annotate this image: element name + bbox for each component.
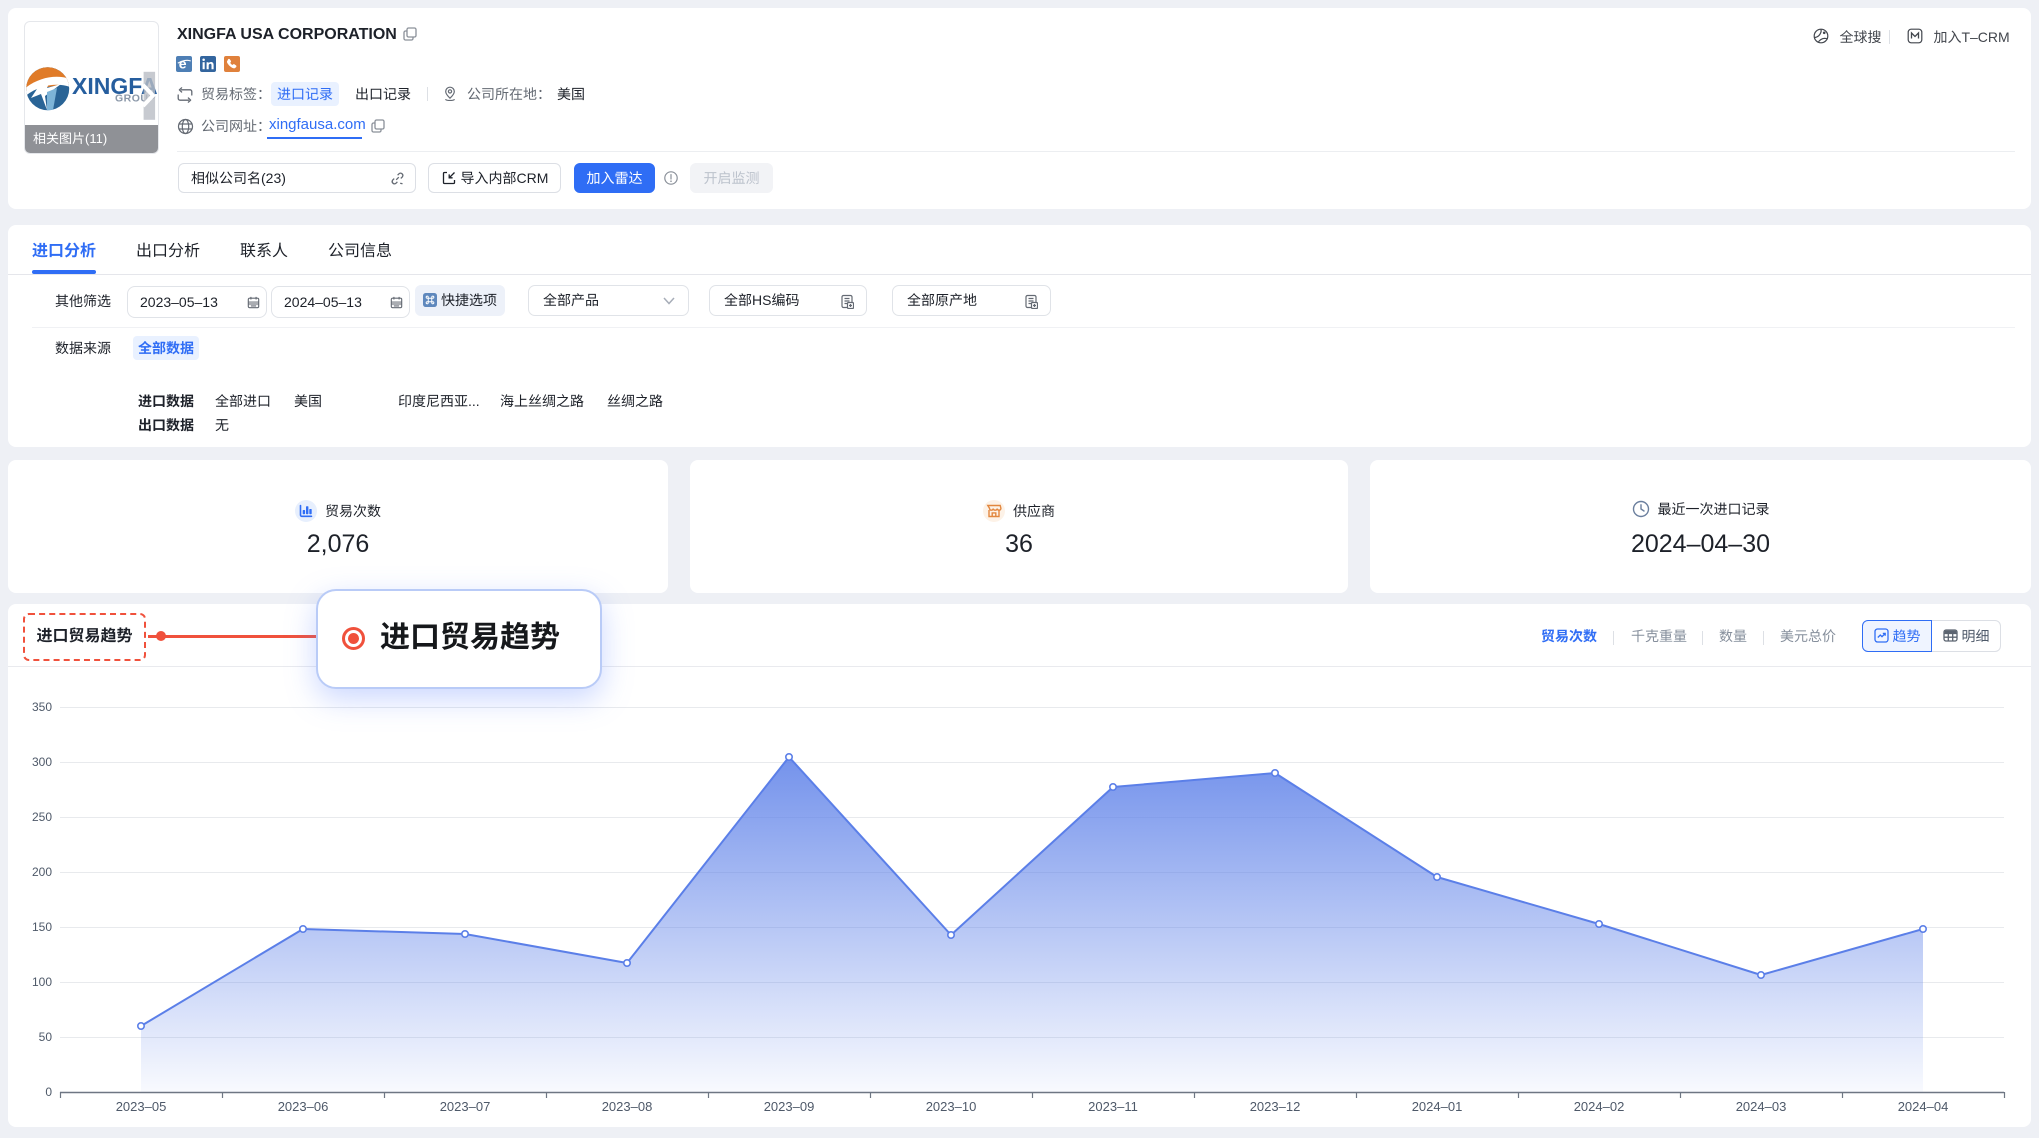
svg-text:250: 250 <box>32 810 52 824</box>
svg-text:2023–10: 2023–10 <box>926 1099 977 1114</box>
svg-text:2023–12: 2023–12 <box>1250 1099 1301 1114</box>
svg-text:2023–06: 2023–06 <box>278 1099 329 1114</box>
svg-text:2023–11: 2023–11 <box>1088 1099 1138 1114</box>
svg-text:50: 50 <box>39 1030 53 1044</box>
svg-text:100: 100 <box>32 975 52 989</box>
svg-text:e: e <box>179 56 187 72</box>
svg-text:2023–09: 2023–09 <box>764 1099 815 1114</box>
svg-text:2024–01: 2024–01 <box>1412 1099 1463 1114</box>
svg-text:350: 350 <box>32 700 52 714</box>
svg-text:2024–02: 2024–02 <box>1574 1099 1625 1114</box>
svg-text:300: 300 <box>32 755 52 769</box>
svg-text:150: 150 <box>32 920 52 934</box>
svg-text:2024–03: 2024–03 <box>1736 1099 1787 1114</box>
svg-text:2023–05: 2023–05 <box>116 1099 167 1114</box>
svg-text:200: 200 <box>32 865 52 879</box>
svg-text:0: 0 <box>45 1085 52 1099</box>
svg-text:2024–04: 2024–04 <box>1898 1099 1949 1114</box>
svg-text:2023–08: 2023–08 <box>602 1099 653 1114</box>
svg-text:2023–07: 2023–07 <box>440 1099 491 1114</box>
